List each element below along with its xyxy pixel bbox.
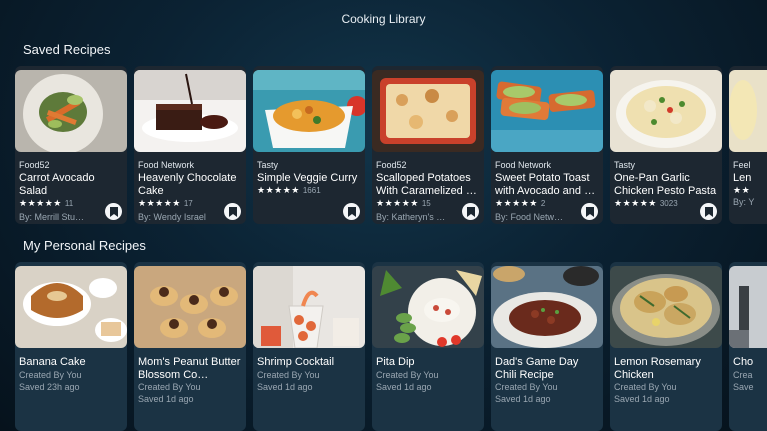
created-by: Created By You [376, 370, 439, 380]
personal-recipe-card[interactable]: Shrimp Cocktail Created By You Saved 1d … [253, 262, 365, 431]
saved-time: Saved 1d ago [495, 394, 551, 404]
saved-time: Saved 1d ago [257, 382, 313, 392]
rating: ★★★★★ 15 [376, 198, 431, 209]
created-by: Crea [733, 370, 753, 380]
star-icon: ★★★★★ [614, 198, 657, 208]
bookmark-icon[interactable] [105, 203, 122, 220]
personal-recipe-card[interactable]: Lemon Rosemary Chicken Created By You Sa… [610, 262, 722, 431]
recipe-title: Scalloped Potatoes With Caramelized … [376, 172, 477, 197]
personal-recipe-card[interactable]: Dad's Game Day Chili Recipe Created By Y… [491, 262, 603, 431]
recipe-title: Simple Veggie Curry [257, 172, 358, 184]
recipe-source: Tasty [614, 160, 636, 170]
recipe-source: Food Network [495, 160, 552, 170]
created-by: Created By You [257, 370, 320, 380]
personal-recipe-card[interactable]: Cho Crea Save [729, 262, 767, 431]
recipe-card[interactable]: Food52 Carrot Avocado Salad ★★★★★ 11 By: … [15, 66, 127, 224]
personal-recipe-card[interactable]: Mom's Peanut Butter Blossom Co… Created … [134, 262, 246, 431]
personal-recipes-row: Banana Cake Created By You Saved 23h ago… [15, 262, 767, 431]
created-by: Created By You [495, 382, 558, 392]
star-icon: ★★★★★ [376, 198, 419, 208]
recipe-image [15, 266, 127, 348]
star-icon: ★★★★★ [19, 198, 62, 208]
created-by: Created By You [138, 382, 201, 392]
star-icon: ★★★★★ [495, 198, 538, 208]
recipe-title: Carrot Avocado Salad [19, 172, 95, 197]
rating: ★★★★★ 17 [138, 198, 193, 209]
recipe-author: By: Food Netw… [495, 212, 564, 222]
recipe-image [372, 266, 484, 348]
saved-time: Saved 1d ago [138, 394, 194, 404]
saved-time: Save [733, 382, 754, 392]
recipe-image [134, 266, 246, 348]
recipe-image [372, 70, 484, 152]
recipe-author: By: Wendy Israel [138, 212, 206, 222]
recipe-card[interactable]: Food52 Scalloped Potatoes With Carameliz… [372, 66, 484, 224]
section-title-personal: My Personal Recipes [23, 238, 146, 253]
recipe-image [491, 70, 603, 152]
star-icon: ★★★★★ [138, 198, 181, 208]
recipe-title: Pita Dip [376, 356, 415, 368]
recipe-source: Food52 [19, 160, 50, 170]
recipe-author: By: Y [733, 197, 755, 207]
recipe-title: Lemon Rosemary Chicken [614, 356, 701, 381]
recipe-image [729, 266, 767, 348]
recipe-image [610, 266, 722, 348]
bookmark-icon[interactable] [581, 203, 598, 220]
recipe-image [134, 70, 246, 152]
saved-time: Saved 1d ago [614, 394, 670, 404]
recipe-image [491, 266, 603, 348]
rating-count: 3023 [659, 199, 678, 208]
recipe-image [729, 70, 767, 152]
recipe-title: Shrimp Cocktail [257, 356, 335, 368]
rating-count: 17 [183, 199, 193, 208]
saved-time: Saved 23h ago [19, 382, 80, 392]
recipe-title: Heavenly Chocolate Cake [138, 172, 237, 197]
rating-count: 11 [64, 199, 74, 208]
recipe-card[interactable]: Feel Len ★★ By: Y [729, 66, 767, 224]
rating-count: 1661 [302, 186, 321, 195]
rating-count: 15 [421, 199, 431, 208]
page-title: Cooking Library [341, 12, 426, 26]
rating: ★★★★★ 1661 [257, 185, 321, 196]
recipe-author: By: Katheryn's … [376, 212, 446, 222]
saved-recipes-row: Food52 Carrot Avocado Salad ★★★★★ 11 By: … [15, 66, 767, 226]
recipe-title: Cho [733, 356, 754, 368]
recipe-author: By: Merrill Stu… [19, 212, 85, 222]
bookmark-icon[interactable] [700, 203, 717, 220]
recipe-title: One-Pan Garlic Chicken Pesto Pasta [614, 172, 717, 197]
rating: ★★★★★ 11 [19, 198, 73, 209]
rating: ★★ [733, 185, 750, 196]
recipe-title: Sweet Potato Toast with Avocado and … [495, 172, 596, 197]
section-title-saved: Saved Recipes [23, 42, 111, 57]
recipe-title: Mom's Peanut Butter Blossom Co… [138, 356, 241, 381]
recipe-source: Food Network [138, 160, 195, 170]
bookmark-icon[interactable] [224, 203, 241, 220]
bookmark-icon[interactable] [462, 203, 479, 220]
rating: ★★★★★ 2 [495, 198, 545, 209]
star-icon: ★★★★★ [257, 185, 300, 195]
recipe-source: Food52 [376, 160, 407, 170]
personal-recipe-card[interactable]: Pita Dip Created By You Saved 1d ago [372, 262, 484, 431]
recipe-card[interactable]: Food Network Sweet Potato Toast with Avo… [491, 66, 603, 224]
recipe-card[interactable]: Food Network Heavenly Chocolate Cake ★★★… [134, 66, 246, 224]
recipe-card[interactable]: Tasty Simple Veggie Curry ★★★★★ 1661 [253, 66, 365, 224]
star-icon: ★★ [733, 185, 751, 195]
rating: ★★★★★ 3023 [614, 198, 678, 209]
recipe-card[interactable]: Tasty One-Pan Garlic Chicken Pesto Pasta… [610, 66, 722, 224]
created-by: Created By You [614, 382, 677, 392]
recipe-source: Feel [733, 160, 751, 170]
recipe-image [253, 266, 365, 348]
recipe-title: Len [733, 172, 752, 184]
recipe-image [15, 70, 127, 152]
recipe-title: Dad's Game Day Chili Recipe [495, 356, 579, 381]
rating-count: 2 [540, 199, 546, 208]
personal-recipe-card[interactable]: Banana Cake Created By You Saved 23h ago [15, 262, 127, 431]
recipe-source: Tasty [257, 160, 279, 170]
recipe-image [253, 70, 365, 152]
bookmark-icon[interactable] [343, 203, 360, 220]
saved-time: Saved 1d ago [376, 382, 432, 392]
recipe-image [610, 70, 722, 152]
recipe-title: Banana Cake [19, 356, 86, 368]
created-by: Created By You [19, 370, 82, 380]
